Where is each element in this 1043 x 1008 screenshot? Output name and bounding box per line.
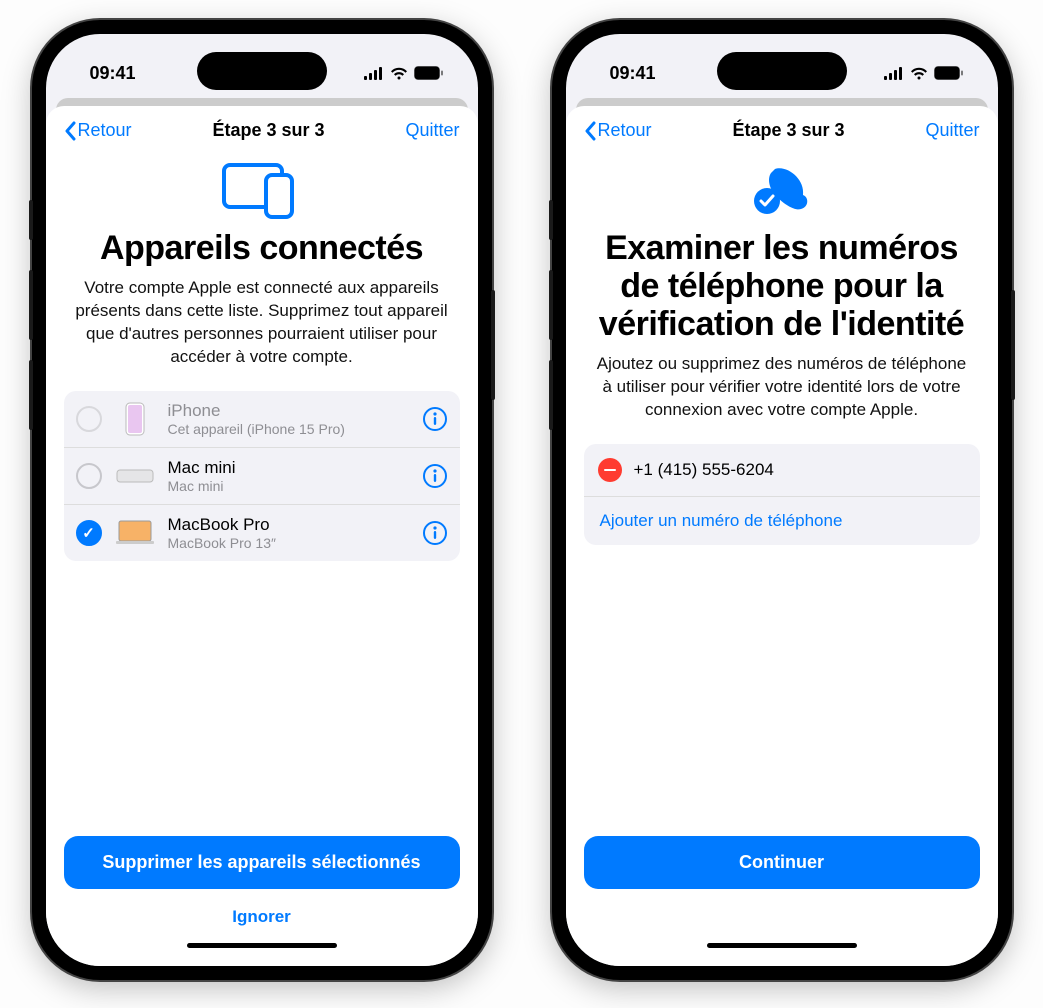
verified-phone-icon [747,161,817,219]
devices-icon [218,161,306,219]
device-checkbox[interactable] [76,520,102,546]
quit-button[interactable]: Quitter [925,120,979,141]
device-sub: Mac mini [168,478,410,494]
battery-icon [934,66,964,80]
info-icon[interactable] [422,463,448,489]
continue-button[interactable]: Continuer [584,836,980,889]
page-description: Votre compte Apple est connecté aux appa… [46,267,478,385]
back-label: Retour [598,120,652,141]
phone-number: +1 (415) 555-6204 [634,460,774,480]
phone-left: 09:41 Retour Étape 3 sur 3 Quitter [32,20,492,980]
skip-button[interactable]: Ignorer [46,895,478,939]
chevron-left-icon [584,121,596,141]
wifi-icon [390,67,408,80]
device-checkbox[interactable] [76,463,102,489]
wifi-icon [910,67,928,80]
remove-phone-button[interactable] [598,458,622,482]
nav-title: Étape 3 sur 3 [732,120,844,141]
status-icons [884,52,964,80]
macbook-icon [114,516,156,550]
phone-row[interactable]: +1 (415) 555-6204 [584,444,980,496]
status-time: 09:41 [90,49,136,84]
chevron-left-icon [64,121,76,141]
page-title: Appareils connectés [46,229,478,267]
home-indicator[interactable] [187,943,337,948]
device-sub: Cet appareil (iPhone 15 Pro) [168,421,410,437]
page-description: Ajoutez ou supprimez des numéros de télé… [566,343,998,438]
phone-list: +1 (415) 555-6204 Ajouter un numéro de t… [584,444,980,545]
device-name: MacBook Pro [168,515,410,535]
page-title: Examiner les numéros de téléphone pour l… [566,229,998,343]
signal-icon [884,67,904,80]
signal-icon [364,67,384,80]
back-label: Retour [78,120,132,141]
device-name: Mac mini [168,458,410,478]
sheet: Retour Étape 3 sur 3 Quitter Examiner le… [566,106,998,966]
device-row-macbook[interactable]: MacBook Pro MacBook Pro 13″ [64,504,460,561]
screen-left: 09:41 Retour Étape 3 sur 3 Quitter [46,34,478,966]
device-name: iPhone [168,401,410,421]
device-sub: MacBook Pro 13″ [168,535,410,551]
remove-devices-button[interactable]: Supprimer les appareils sélectionnés [64,836,460,889]
phone-right: 09:41 Retour Étape 3 sur 3 Quitter [552,20,1012,980]
iphone-icon [114,402,156,436]
home-indicator[interactable] [707,943,857,948]
status-icons [364,52,444,80]
status-time: 09:41 [610,49,656,84]
screen-right: 09:41 Retour Étape 3 sur 3 Quitter [566,34,998,966]
back-button[interactable]: Retour [584,120,652,141]
nav-bar: Retour Étape 3 sur 3 Quitter [46,106,478,147]
device-row-macmini[interactable]: Mac mini Mac mini [64,447,460,504]
device-checkbox [76,406,102,432]
quit-button[interactable]: Quitter [405,120,459,141]
device-row-iphone: iPhone Cet appareil (iPhone 15 Pro) [64,391,460,447]
dynamic-island [197,52,327,90]
nav-bar: Retour Étape 3 sur 3 Quitter [566,106,998,147]
nav-title: Étape 3 sur 3 [212,120,324,141]
back-button[interactable]: Retour [64,120,132,141]
hero-icon [566,161,998,219]
macmini-icon [114,459,156,493]
battery-icon [414,66,444,80]
hero-icon [46,161,478,219]
add-phone-button[interactable]: Ajouter un numéro de téléphone [584,496,980,545]
device-list: iPhone Cet appareil (iPhone 15 Pro) Mac … [64,391,460,561]
info-icon[interactable] [422,520,448,546]
sheet: Retour Étape 3 sur 3 Quitter Appareils c… [46,106,478,966]
info-icon[interactable] [422,406,448,432]
dynamic-island [717,52,847,90]
